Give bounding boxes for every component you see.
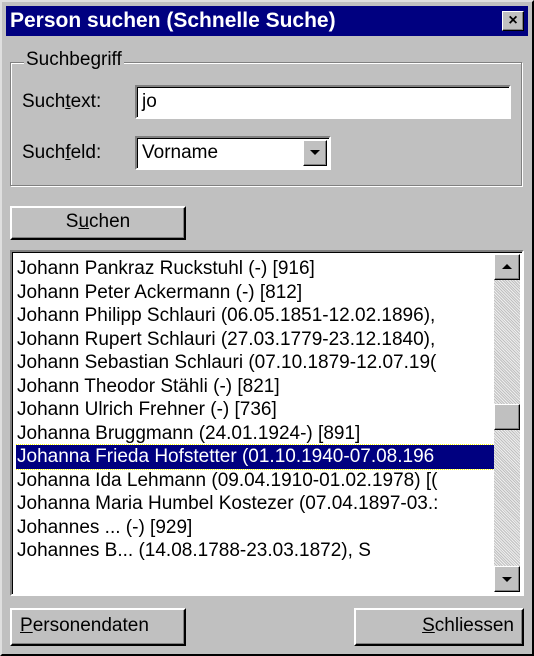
arrow-up-icon[interactable]	[494, 254, 520, 280]
person-data-button[interactable]: Personendaten	[10, 608, 186, 646]
search-field-label: Suchfeld:	[22, 142, 102, 163]
list-item[interactable]: Johanna Maria Humbel Kostezer (07.04.189…	[16, 492, 494, 516]
scrollbar-thumb[interactable]	[494, 404, 520, 430]
list-item[interactable]: Johann Rupert Schlauri (27.03.1779-23.12…	[16, 328, 494, 352]
list-item[interactable]: Johanna Ida Lehmann (09.04.1910-01.02.19…	[16, 469, 494, 493]
search-button[interactable]: Suchen	[10, 206, 186, 240]
list-item[interactable]: Johann Pankraz Ruckstuhl (-) [916]	[16, 257, 494, 281]
search-term-group-label: Suchbegriff	[24, 48, 124, 72]
results-list-items: Johann Pankraz Ruckstuhl (-) [916] Johann…	[16, 257, 494, 591]
search-text-input[interactable]: jo	[135, 85, 511, 119]
list-item[interactable]: Johannes B... (14.08.1788-23.03.1872), S	[16, 539, 494, 563]
arrow-down-icon[interactable]	[494, 566, 520, 592]
list-item[interactable]: Johann Sebastian Schlauri (07.10.1879-12…	[16, 351, 494, 375]
results-scrollbar[interactable]	[494, 254, 520, 592]
results-list[interactable]: Johann Pankraz Ruckstuhl (-) [916] Johann…	[10, 250, 524, 596]
list-item[interactable]: Johann Peter Ackermann (-) [812]	[16, 281, 494, 305]
list-item[interactable]: Johannes ... (-) [929]	[16, 516, 494, 540]
search-field-value: Vorname	[142, 142, 219, 163]
close-icon[interactable]: ×	[502, 11, 524, 31]
list-item[interactable]: Johann Philipp Schlauri (06.05.1851-12.0…	[16, 304, 494, 328]
close-button[interactable]: Schliessen	[354, 608, 524, 646]
search-field-select[interactable]: Vorname	[135, 136, 331, 170]
list-item[interactable]: Johann Theodor Stähli (-) [821]	[16, 375, 494, 399]
search-text-label: Suchtext:	[22, 91, 102, 112]
window-title: Person suchen (Schnelle Suche)	[10, 9, 336, 32]
list-item[interactable]: Johanna Bruggmann (24.01.1924-) [891]	[16, 422, 494, 446]
list-item[interactable]: Johanna Frieda Hofstetter (01.10.1940-07…	[16, 444, 494, 470]
list-item[interactable]: Johann Ulrich Frehner (-) [736]	[16, 398, 494, 422]
chevron-down-icon[interactable]	[303, 140, 327, 166]
title-bar[interactable]: Person suchen (Schnelle Suche) ×	[6, 6, 528, 36]
